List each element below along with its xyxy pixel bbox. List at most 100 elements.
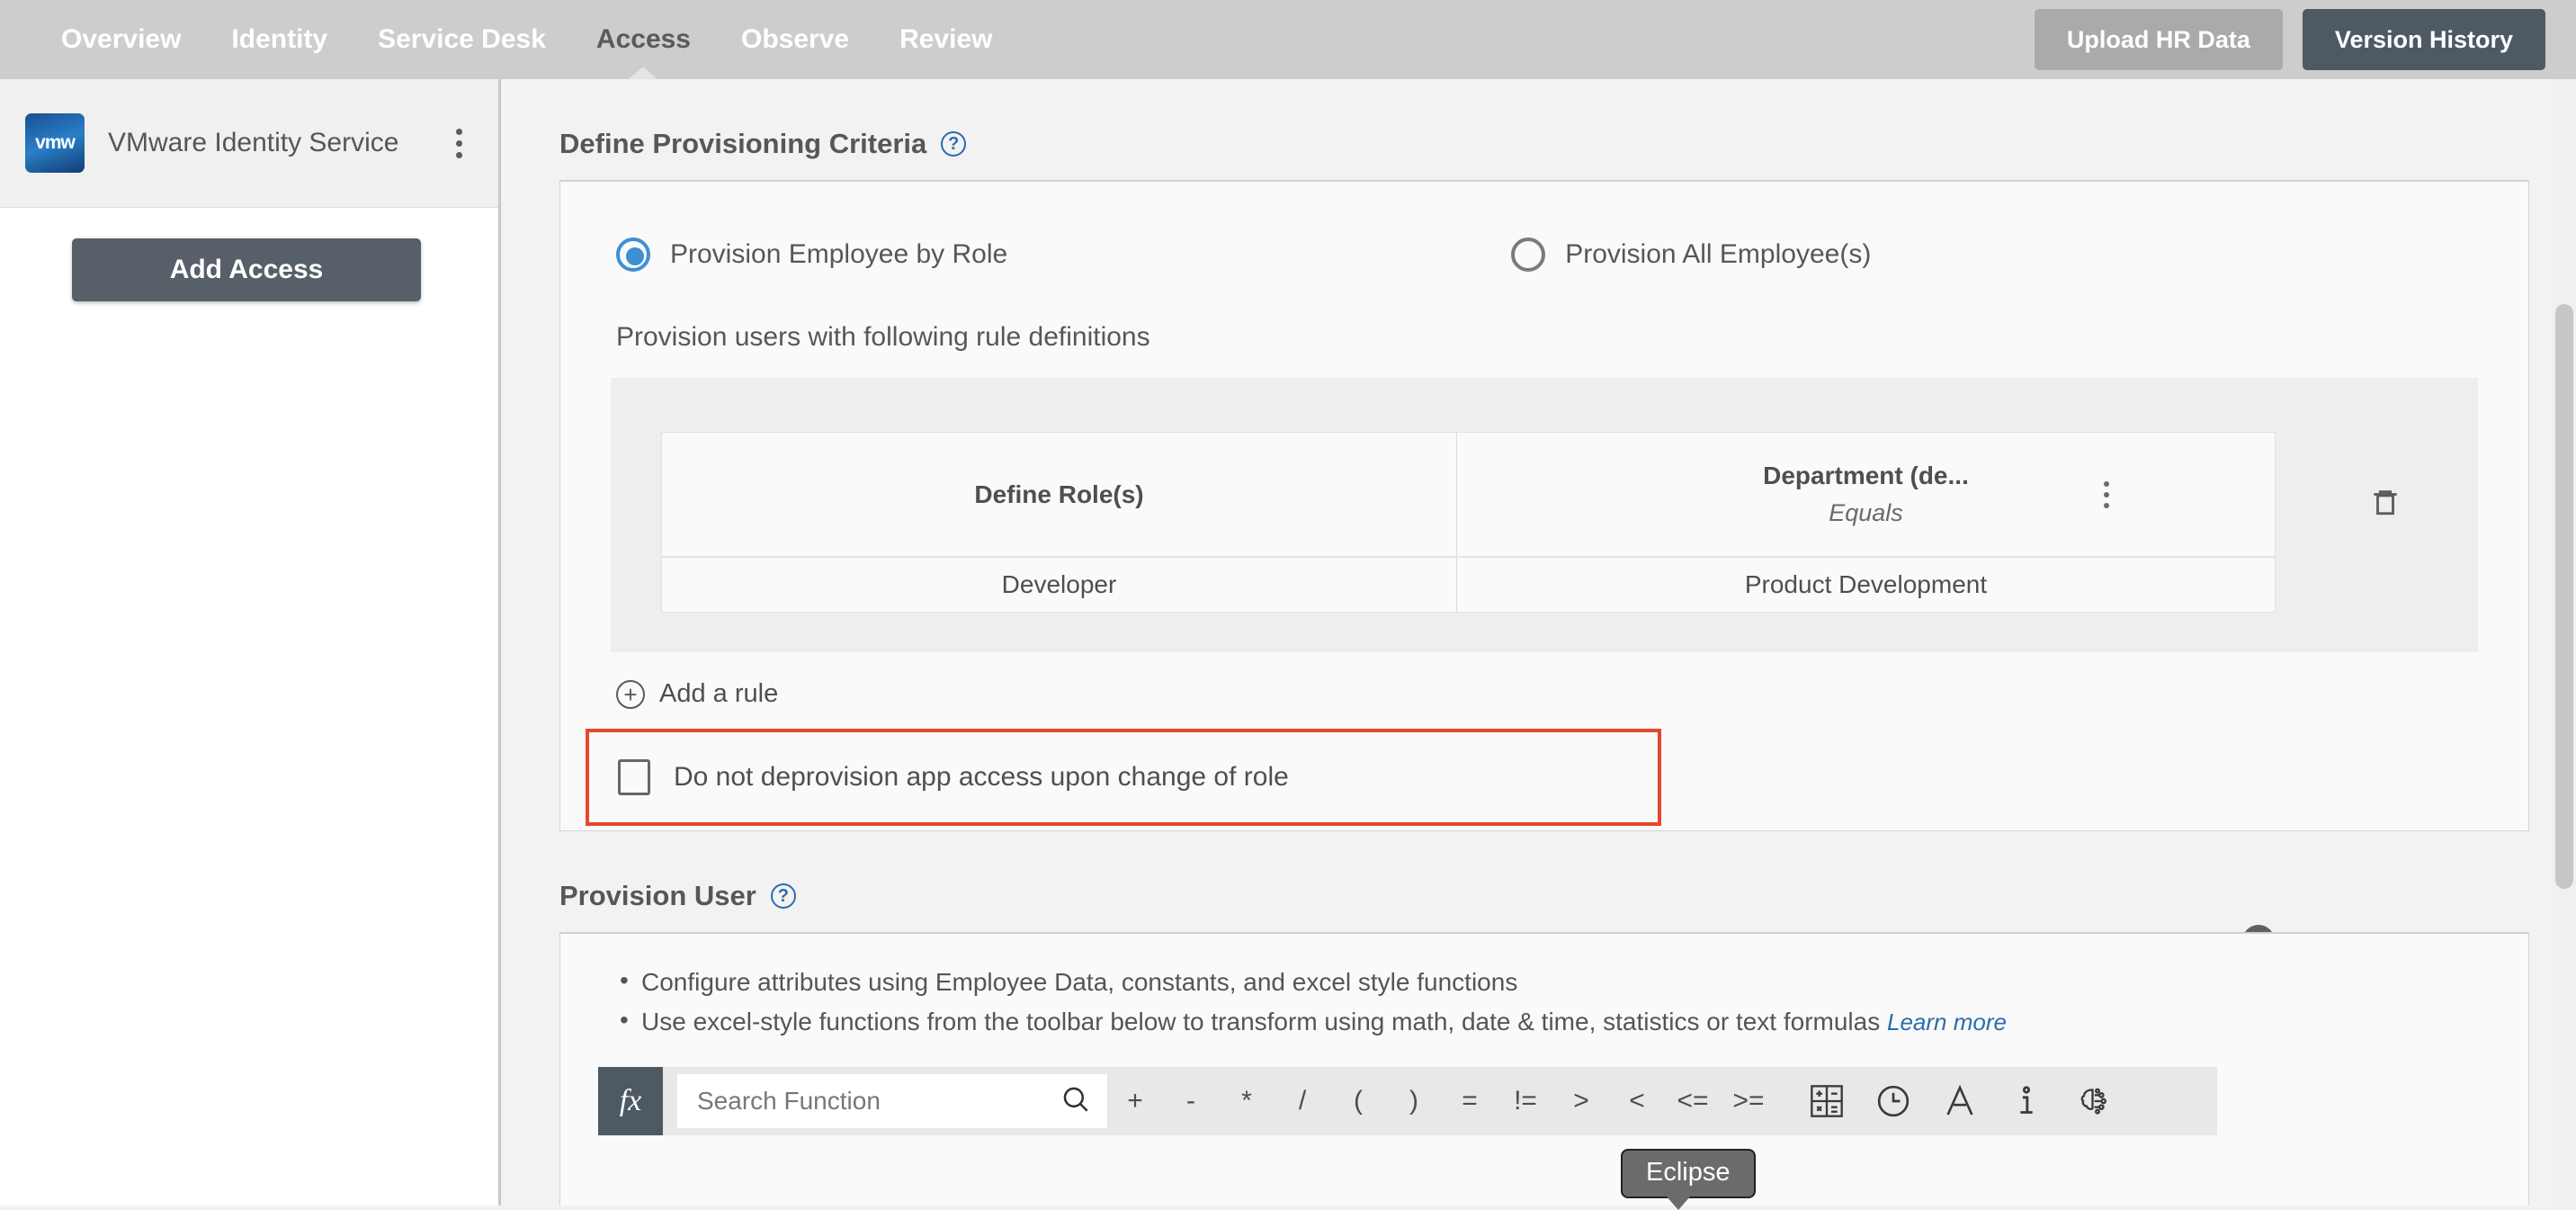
add-a-rule-button[interactable]: + Add a rule xyxy=(616,679,778,709)
tooltip-text: Eclipse xyxy=(1646,1158,1731,1187)
nav-item-label: Identity xyxy=(231,24,328,54)
list-item: Configure attributes using Employee Data… xyxy=(620,966,2528,997)
kebab-dot xyxy=(2104,491,2109,497)
do-not-deprovision-label: Do not deprovision app access upon chang… xyxy=(674,762,1289,792)
nav-item-access[interactable]: Access xyxy=(571,0,716,79)
nav-item-review[interactable]: Review xyxy=(874,0,1017,79)
info-functions-icon[interactable] xyxy=(2008,1083,2044,1119)
help-icon[interactable]: ? xyxy=(770,883,796,909)
tooltip: Eclipse xyxy=(1621,1149,1756,1210)
operator-divide[interactable]: / xyxy=(1275,1086,1330,1116)
operator-multiply[interactable]: * xyxy=(1219,1086,1275,1116)
formula-toolbar: fx + - * / ( ) = != > < <= xyxy=(598,1067,2217,1135)
instruction-text: Configure attributes using Employee Data… xyxy=(641,968,1518,996)
kebab-dot xyxy=(2104,502,2109,508)
add-a-rule-label: Add a rule xyxy=(659,679,779,708)
radio-button-all-employees[interactable] xyxy=(1511,238,1546,272)
nav-items: Overview Identity Service Desk Access Ob… xyxy=(36,0,1017,79)
cell-role-value[interactable]: Developer xyxy=(662,558,1457,612)
add-access-button[interactable]: Add Access xyxy=(72,238,421,301)
scrollbar-track[interactable] xyxy=(2553,79,2576,1206)
operator-equals[interactable]: = xyxy=(1442,1086,1498,1116)
sidebar: vmw VMware Identity Service Add Access xyxy=(0,79,501,1206)
radio-label-all-employees: Provision All Employee(s) xyxy=(1565,239,1872,269)
ai-functions-icon[interactable] xyxy=(2075,1083,2111,1119)
vmware-logo-text: vmw xyxy=(35,132,76,153)
provision-user-instructions: Configure attributes using Employee Data… xyxy=(560,934,2528,1036)
sidebar-app-name: VMware Identity Service xyxy=(108,128,399,157)
table-row: Developer Product Development xyxy=(662,556,2275,612)
column-header-department[interactable]: Department (de... Equals xyxy=(1457,433,2275,556)
add-access-wrapper: Add Access xyxy=(0,208,498,301)
help-icon[interactable]: ? xyxy=(941,131,967,157)
main-content: Define Provisioning Criteria ? Provision… xyxy=(504,79,2576,1206)
column-header-operator: Equals xyxy=(1829,499,1903,526)
nav-item-label: Service Desk xyxy=(378,24,546,54)
kebab-dot xyxy=(2104,480,2109,487)
nav-item-identity[interactable]: Identity xyxy=(206,0,353,79)
active-tab-caret-icon xyxy=(629,67,658,79)
operator-greater-than[interactable]: > xyxy=(1553,1086,1609,1116)
topbar-actions: Upload HR Data Version History xyxy=(2034,9,2545,70)
text-functions-icon[interactable] xyxy=(1942,1083,1978,1119)
operator-minus[interactable]: - xyxy=(1163,1086,1219,1116)
nav-item-label: Access xyxy=(595,24,691,54)
operator-plus[interactable]: + xyxy=(1107,1086,1163,1116)
sidebar-app-row[interactable]: vmw VMware Identity Service xyxy=(0,79,498,208)
vmware-logo-icon: vmw xyxy=(25,113,85,173)
rule-definitions-container: Define Role(s) Department (de... Equals … xyxy=(611,378,2478,957)
date-time-icon[interactable] xyxy=(1875,1083,1911,1119)
delete-rule-icon[interactable] xyxy=(2370,486,2401,523)
kebab-dot xyxy=(456,151,462,158)
radio-option-provision-by-role[interactable]: Provision Employee by Role xyxy=(616,238,1007,272)
do-not-deprovision-highlight-box: Do not deprovision app access upon chang… xyxy=(586,729,1661,826)
kebab-dot xyxy=(456,139,462,147)
app-options-kebab-icon[interactable] xyxy=(451,123,468,164)
upload-hr-data-button[interactable]: Upload HR Data xyxy=(2034,9,2283,70)
rule-table: Define Role(s) Department (de... Equals … xyxy=(661,432,2276,613)
list-item: Use excel-style functions from the toolb… xyxy=(620,1006,2528,1036)
provisioning-criteria-panel: Provision Employee by Role Provision All… xyxy=(559,180,2529,957)
page-title: Define Provisioning Criteria xyxy=(559,128,927,159)
column-header-department-label: Department (de... xyxy=(1763,462,1969,489)
fx-button[interactable]: fx xyxy=(598,1067,663,1135)
nav-item-label: Review xyxy=(899,24,993,54)
operator-not-equals[interactable]: != xyxy=(1498,1086,1553,1116)
operator-open-paren[interactable]: ( xyxy=(1330,1086,1386,1116)
provision-mode-radio-group: Provision Employee by Role Provision All… xyxy=(560,182,2528,272)
operator-greater-equal[interactable]: >= xyxy=(1721,1086,1776,1116)
search-input[interactable] xyxy=(697,1087,1060,1116)
column-options-kebab-icon[interactable] xyxy=(2098,476,2115,514)
version-history-button[interactable]: Version History xyxy=(2302,9,2545,70)
provision-user-title: Provision User xyxy=(559,880,756,911)
instruction-text: Use excel-style functions from the toolb… xyxy=(641,1008,1881,1035)
function-category-icons xyxy=(1809,1083,2111,1119)
nav-item-overview[interactable]: Overview xyxy=(36,0,206,79)
column-header-define-roles[interactable]: Define Role(s) xyxy=(662,433,1457,556)
define-provisioning-criteria-header: Define Provisioning Criteria ? xyxy=(559,128,2576,160)
nav-item-observe[interactable]: Observe xyxy=(716,0,874,79)
rule-definitions-caption: Provision users with following rule defi… xyxy=(616,322,1150,352)
operator-close-paren[interactable]: ) xyxy=(1386,1086,1442,1116)
do-not-deprovision-checkbox[interactable] xyxy=(618,759,650,795)
rule-table-header-row: Define Role(s) Department (de... Equals xyxy=(662,433,2275,556)
radio-button-by-role[interactable] xyxy=(616,238,650,272)
math-functions-icon[interactable] xyxy=(1809,1083,1845,1119)
operator-less-equal[interactable]: <= xyxy=(1665,1086,1721,1116)
nav-item-label: Observe xyxy=(741,24,850,54)
nav-item-label: Overview xyxy=(61,24,182,54)
radio-option-provision-all[interactable]: Provision All Employee(s) xyxy=(1511,238,1871,272)
search-function-field[interactable] xyxy=(677,1074,1107,1128)
provision-user-panel: Configure attributes using Employee Data… xyxy=(559,932,2529,1206)
cell-department-value[interactable]: Product Development xyxy=(1457,558,2275,612)
learn-more-link[interactable]: Learn more xyxy=(1887,1008,2007,1035)
top-navigation-bar: Overview Identity Service Desk Access Ob… xyxy=(0,0,2576,79)
radio-label-by-role: Provision Employee by Role xyxy=(670,239,1008,269)
provision-user-header: Provision User ? xyxy=(559,880,2576,912)
kebab-dot xyxy=(456,128,462,135)
scrollbar-thumb[interactable] xyxy=(2555,304,2573,889)
plus-circle-icon: + xyxy=(616,679,645,709)
magnifier-icon[interactable] xyxy=(1060,1084,1091,1119)
nav-item-service-desk[interactable]: Service Desk xyxy=(353,0,571,79)
operator-less-than[interactable]: < xyxy=(1609,1086,1665,1116)
